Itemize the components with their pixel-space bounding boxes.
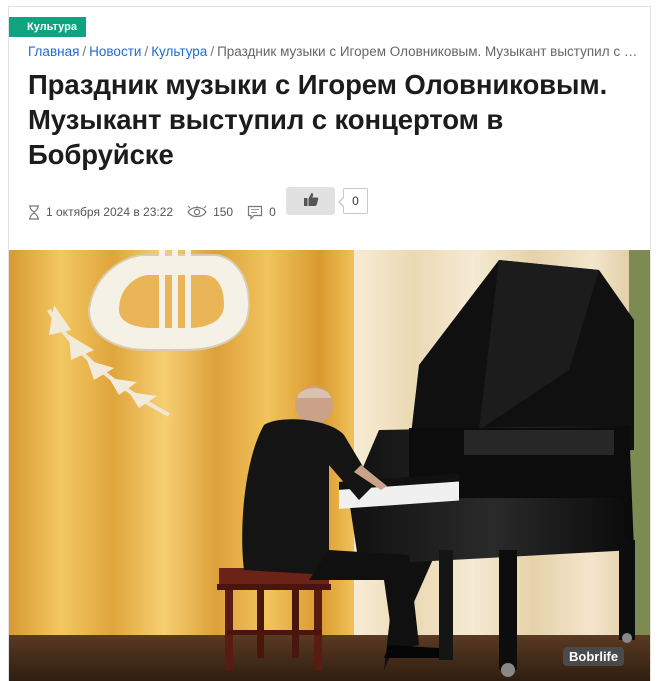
category-badge[interactable]: Культура xyxy=(9,17,86,37)
article-photo xyxy=(9,250,650,681)
views-count: 150 xyxy=(213,205,234,219)
photo-watermark: Bobrlife xyxy=(563,647,625,666)
likes-count: 0 xyxy=(338,188,368,214)
like-button[interactable] xyxy=(286,187,335,215)
breadcrumb-separator: / xyxy=(144,44,149,59)
breadcrumb: Главная / Новости / Культура / Праздник музыки… xyxy=(28,44,643,59)
article-meta: 1 октября 2024 в 23:22 150 0 xyxy=(28,204,276,220)
breadcrumb-separator: / xyxy=(82,44,87,59)
breadcrumb-news-link[interactable]: Новости xyxy=(89,44,141,59)
comments-count[interactable]: 0 xyxy=(269,205,276,219)
breadcrumb-separator: / xyxy=(210,44,215,59)
article-card: Культура Главная / Новости / Культура / Праздн… xyxy=(8,6,651,681)
article-title: Праздник музыки с Игорем Оловниковым. Му… xyxy=(28,69,608,170)
article-date: 1 октября 2024 в 23:22 xyxy=(46,205,174,219)
breadcrumb-current: Праздник музыки с Игорем Оловниковым. Му… xyxy=(217,44,643,59)
like-widget: 0 xyxy=(286,187,368,215)
breadcrumb-home-link[interactable]: Главная xyxy=(28,44,79,59)
comment-icon[interactable] xyxy=(247,205,263,220)
thumbs-up-icon xyxy=(303,192,319,210)
breadcrumb-culture-link[interactable]: Культура xyxy=(151,44,207,59)
hourglass-icon xyxy=(28,204,40,220)
eye-icon xyxy=(187,206,207,218)
